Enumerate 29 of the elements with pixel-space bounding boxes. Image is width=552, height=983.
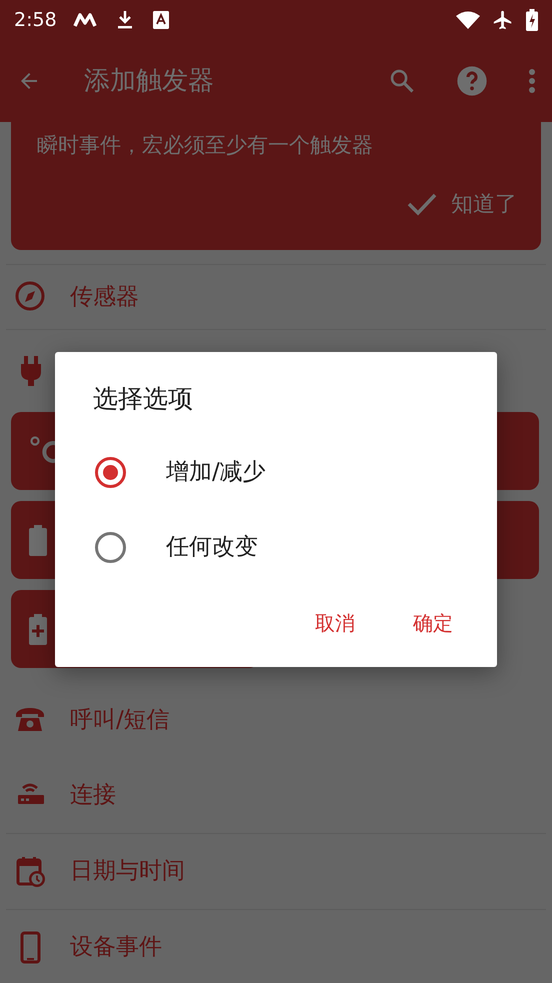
dialog-button[interactable]: 取消 — [307, 602, 363, 644]
text-box-icon — [152, 11, 169, 29]
radio-option[interactable]: 增加/减少 — [93, 434, 459, 510]
battery-icon — [526, 9, 538, 31]
battery-icon — [29, 524, 47, 556]
radio-button[interactable] — [95, 456, 126, 488]
wifi-icon — [456, 11, 480, 29]
category-item[interactable]: 传感器 — [0, 265, 552, 329]
m-logo-icon — [72, 13, 97, 27]
search-icon[interactable] — [388, 67, 416, 95]
battery-plus-icon — [29, 614, 47, 644]
category-item[interactable]: 日期与时间 — [0, 834, 552, 909]
help-icon[interactable] — [456, 65, 488, 97]
screen-title: 添加触发器 — [84, 64, 214, 98]
download-icon — [116, 10, 133, 30]
category-item[interactable]: 设备事件 — [0, 910, 552, 983]
category-item[interactable]: 呼叫/短信 — [0, 683, 552, 758]
more-options-icon[interactable] — [528, 68, 536, 94]
got-it-button[interactable]: 知道了 — [407, 188, 517, 220]
check-icon — [407, 192, 437, 216]
radio-option[interactable]: 任何改变 — [93, 510, 459, 584]
airplane-icon — [492, 9, 514, 31]
dialog-button[interactable]: 确定 — [405, 602, 461, 644]
radio-button[interactable] — [95, 532, 126, 562]
info-text: 瞬时事件，宏必须至少有一个触发器 — [37, 132, 374, 159]
category-item[interactable]: 连接 — [0, 758, 552, 833]
status-time: 2:58 — [14, 8, 57, 33]
calendar-clock-icon — [14, 854, 48, 888]
dialog-title: 选择选项 — [93, 383, 194, 415]
